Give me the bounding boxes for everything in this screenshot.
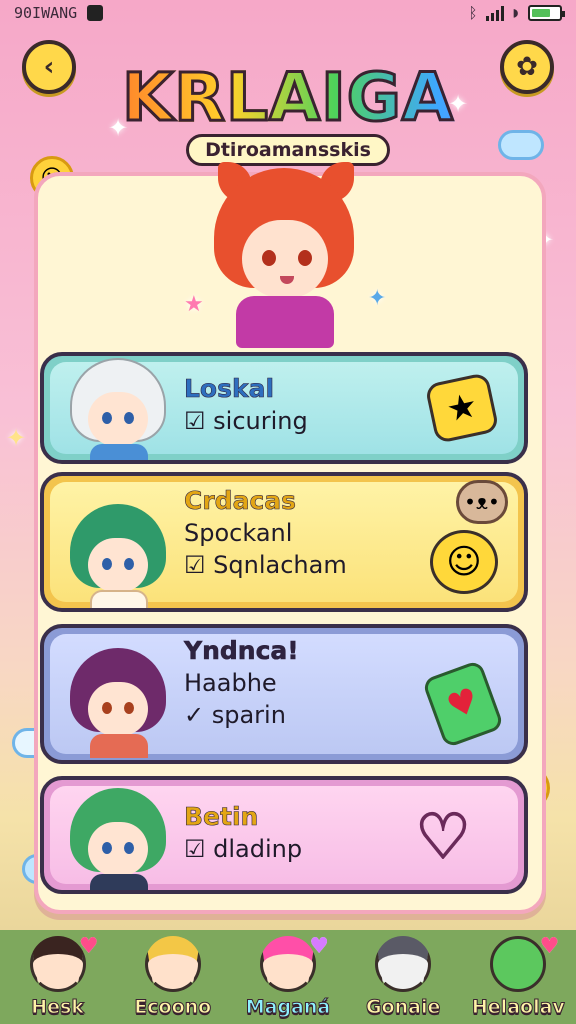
heart-icon: ♥ [539, 934, 560, 959]
card-status: ☑ dladinp [184, 835, 303, 863]
star-icon: ✦ [368, 286, 387, 311]
app-indicator-icon [87, 5, 104, 21]
card-subtitle: Spockanl [184, 519, 293, 547]
heart-outline-icon[interactable]: ♡ [408, 799, 478, 874]
bunny-avatar-icon [375, 936, 432, 992]
signal-icon [485, 5, 504, 21]
nav-item-5[interactable]: ♥ Helaolav [463, 930, 573, 1019]
card-status: ☑ sicuring [184, 407, 308, 435]
star-icon: ★ [184, 292, 204, 317]
nav-label: Maganá [245, 996, 331, 1019]
nav-item-4[interactable]: Gonaie [348, 930, 458, 1019]
nav-item-1[interactable]: ♥ Hesk [3, 930, 113, 1019]
card-status: ☑ Sqnlacham [184, 551, 347, 579]
status-left-text: 90IWANG [14, 4, 78, 22]
avatar [62, 782, 174, 890]
app-title: KRLAIGA [0, 60, 576, 135]
title-area: KRLAIGA Dtiroamansskis [0, 60, 576, 166]
card-title: Betin [184, 802, 259, 832]
bottom-nav: ♥ Hesk Ecoono ♥ Maganá Gonaie ♥ Helaolav [0, 930, 576, 1024]
card-title: Loskal [184, 374, 275, 404]
card-title: Crdacas [184, 486, 297, 516]
nav-item-2[interactable]: Ecoono [118, 930, 228, 1019]
heart-icon: ♥ [78, 934, 99, 959]
nav-label: Gonaie [365, 996, 441, 1019]
character-avatar-icon [29, 936, 86, 992]
character-card-2[interactable]: Crdacas Spockanl ☑ Sqnlacham ☺ •ᴥ• [40, 472, 528, 612]
character-avatar-icon [259, 936, 316, 992]
avatar [62, 356, 174, 460]
sparkle-icon: ✦ [6, 424, 27, 452]
character-card-3[interactable]: Yndnca! Haabhe ✓ sparin ♥ [40, 624, 528, 764]
hero-character [200, 158, 368, 348]
character-avatar-icon [144, 936, 201, 992]
hamster-icon: •ᴥ• [456, 480, 508, 524]
nav-item-3[interactable]: ♥ Maganá [233, 930, 343, 1019]
card-subtitle: Haabhe [184, 669, 277, 697]
frog-avatar-icon [490, 936, 547, 992]
nav-label: Helaolav [471, 996, 565, 1019]
battery-icon [528, 5, 565, 21]
bluetooth-icon: ᛒ [468, 4, 478, 22]
nav-label: Ecoono [134, 996, 212, 1019]
card-title: Yndnca! [184, 636, 299, 666]
avatar [62, 642, 174, 758]
smile-face-icon[interactable]: ☺ [430, 530, 498, 594]
status-bar: 90IWANG ᛒ ◗ [0, 0, 576, 26]
nav-label: Hesk [31, 996, 85, 1019]
heart-icon: ♥ [309, 934, 329, 959]
character-card-4[interactable]: Betin ☑ dladinp ♡ [40, 776, 528, 894]
character-card-1[interactable]: Loskal ☑ sicuring ★ [40, 352, 528, 464]
wifi-icon: ◗ [511, 5, 520, 21]
card-status: ✓ sparin [184, 701, 286, 729]
avatar [62, 498, 174, 608]
